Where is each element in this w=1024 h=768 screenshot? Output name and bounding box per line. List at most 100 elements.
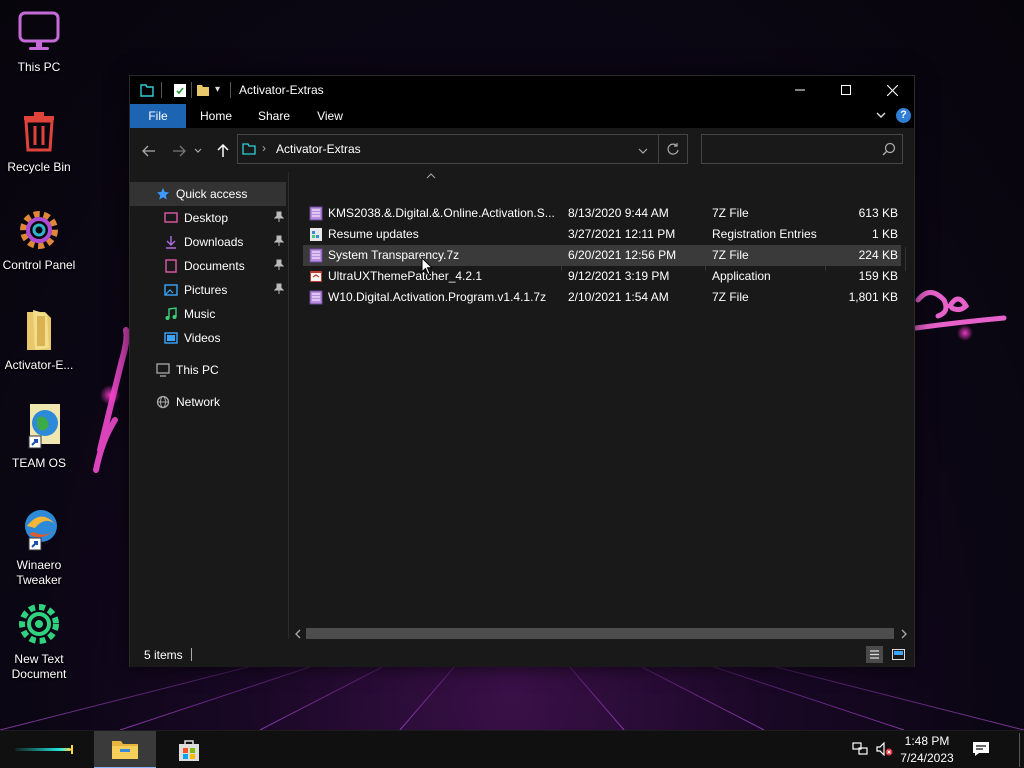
file-type: Application [712,269,771,283]
desktop-icon-label: Recycle Bin [7,160,71,174]
notifications-icon[interactable] [972,741,990,760]
nav-item-downloads[interactable]: Downloads [130,230,286,254]
search-input[interactable] [706,139,876,159]
nav-item-network[interactable]: Network [130,390,286,414]
tab-view[interactable]: View [308,104,352,128]
desktop-icon-new-text-document[interactable]: New Text Document [0,600,78,682]
taskbar-file-explorer[interactable] [94,731,156,768]
details-view-button[interactable] [866,646,883,663]
folder-icon [242,142,256,159]
address-separator [658,135,659,163]
refresh-button[interactable] [666,142,680,159]
volume-muted-icon[interactable] [876,741,894,759]
address-bar[interactable]: › Activator-Extras [237,134,688,164]
file-date-modified: 3/27/2021 12:11 PM [568,227,676,241]
scroll-left-icon[interactable] [294,628,301,642]
title-bar[interactable]: ▾ Activator-Extras [130,76,914,104]
archive-icon [309,290,323,305]
close-button[interactable] [869,76,915,104]
scrollbar-thumb[interactable] [306,628,894,639]
network-icon[interactable] [852,742,868,759]
help-icon[interactable]: ? [896,108,911,123]
file-row[interactable]: System Transparency.7z 6/20/2021 12:56 PM… [303,245,901,266]
taskbar-microsoft-store[interactable] [166,731,212,768]
file-size: 1 KB [871,227,898,241]
file-row[interactable]: UltraUXThemePatcher_4.2.1 9/12/2021 3:19 … [303,266,901,287]
nav-item-documents[interactable]: Documents [130,254,286,278]
address-history-dropdown[interactable] [638,144,648,158]
network-icon [156,395,170,409]
clock[interactable]: 1:48 PM 7/24/2023 [896,733,958,767]
file-explorer-window: ▾ Activator-Extras File Home Share View … [129,75,915,667]
desktop-icon-label: New Text Document [0,652,78,682]
tab-file[interactable]: File [130,104,186,128]
new-folder-icon[interactable] [196,82,210,98]
mouse-cursor [421,257,433,276]
close-icon [886,84,898,96]
nav-item-this-pc[interactable]: This PC [130,358,286,382]
tab-home[interactable]: Home [194,104,238,128]
desktop-icon-label: TEAM OS [11,456,66,470]
file-type: 7Z File [712,206,749,220]
file-type: 7Z File [712,290,749,304]
refresh-icon [667,143,679,155]
archive-icon [309,248,323,263]
up-button[interactable] [212,140,234,162]
nav-item-pictures[interactable]: Pictures [130,278,286,302]
pin-icon [273,211,285,225]
properties-icon[interactable] [173,82,187,98]
file-date-modified: 9/12/2021 3:19 PM [568,269,670,283]
ribbon-tabs: File Home Share View ? [130,104,914,128]
show-desktop-button[interactable] [1019,733,1020,767]
maximize-button[interactable] [823,76,869,104]
nav-item-label: This PC [176,363,219,377]
desktop-icon-this-pc[interactable]: This PC [0,8,78,75]
desktop-icon-winaero-tweaker[interactable]: Winaero Tweaker [0,506,78,588]
back-button[interactable] [138,140,160,162]
label-line: Tweaker [16,573,62,587]
pin-icon [273,235,285,249]
nav-item-label: Desktop [184,211,229,225]
start-button[interactable] [6,731,82,768]
download-icon [166,236,176,249]
search-box[interactable] [701,134,903,164]
app-icon [309,269,323,284]
forward-button[interactable] [168,140,190,162]
desktop-icon-control-panel[interactable]: Control Panel [0,206,78,273]
trash-icon [15,108,63,156]
desktop-icon-team-os[interactable]: TEAM OS [0,404,78,471]
large-icons-view-button[interactable] [890,646,907,663]
file-row[interactable]: Resume updates 3/27/2021 12:11 PM Registra… [303,224,901,245]
nav-item-music[interactable]: Music [130,302,286,326]
separator [230,82,231,98]
nav-item-quick-access[interactable]: Quick access [130,182,286,206]
recent-locations-button[interactable] [192,140,204,162]
taskbar: 1:48 PM 7/24/2023 [0,730,1024,768]
scroll-right-icon[interactable] [901,628,908,642]
item-count: 5 items [144,648,183,662]
file-size: 1,801 KB [848,290,898,304]
nav-item-videos[interactable]: Videos [130,326,286,350]
gear-icon [15,206,63,254]
pin-icon [273,259,285,273]
file-date-modified: 2/10/2021 1:54 AM [568,290,669,304]
customize-quick-access-icon[interactable]: ▾ [215,82,220,98]
nav-item-desktop[interactable]: Desktop [130,206,286,230]
horizontal-scrollbar[interactable] [289,625,914,641]
music-icon [165,307,177,320]
tab-share[interactable]: Share [250,104,298,128]
expand-ribbon-icon[interactable] [875,109,887,124]
file-row[interactable]: W10.Digital.Activation.Program.v1.4.1.7z… [303,287,901,308]
search-icon[interactable] [882,142,896,159]
breadcrumb[interactable]: Activator-Extras [276,142,361,156]
file-row[interactable]: KMS2038.&.Digital.&.Online.Activation.S.… [303,203,901,224]
desktop-icon-activator-extras[interactable]: Activator-E... [0,306,78,373]
winaero-icon [15,506,63,554]
up-arrow-icon [217,144,229,157]
desktop-icon [164,212,178,223]
file-type: 7Z File [712,248,749,262]
desktop-icon-recycle-bin[interactable]: Recycle Bin [0,108,78,175]
minimize-button[interactable] [777,76,823,104]
nav-item-label: Pictures [184,283,228,297]
forward-arrow-icon [173,145,186,157]
